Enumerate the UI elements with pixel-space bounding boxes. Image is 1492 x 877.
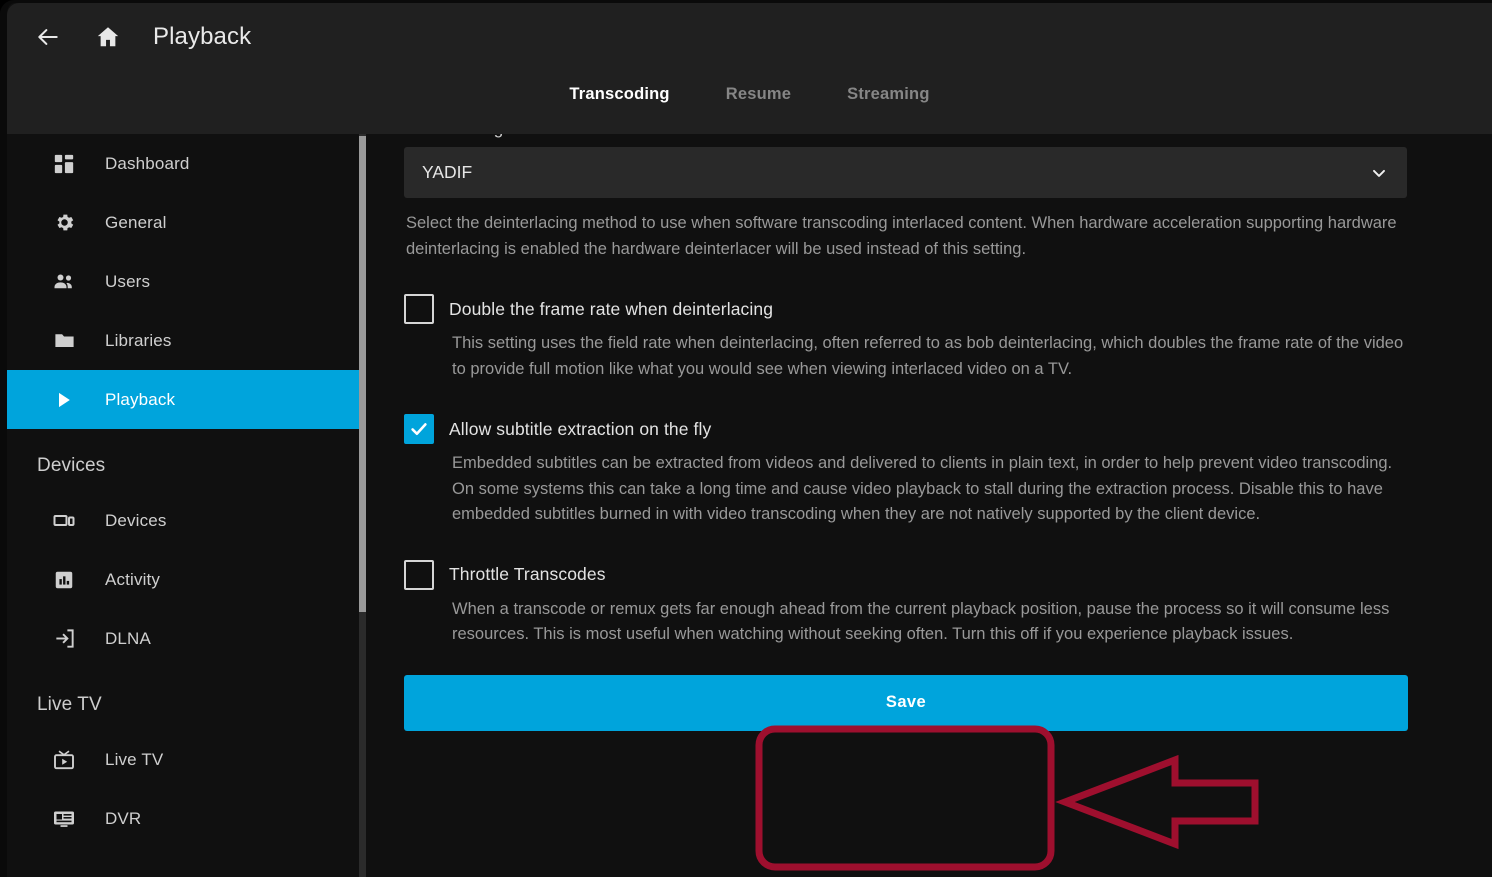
sidebar-label: Libraries	[105, 330, 172, 350]
deinterlacing-method-description: Select the deinterlacing method to use w…	[406, 214, 1397, 258]
arrow-left-icon	[35, 24, 61, 50]
save-button[interactable]: Save	[404, 674, 1408, 731]
subtitle-extraction-description: Embedded subtitles can be extracted from…	[452, 454, 1393, 523]
home-icon	[95, 24, 121, 50]
folder-icon	[51, 328, 77, 354]
tab-bar: Transcoding Resume Streaming	[7, 81, 1492, 131]
subtitle-extraction-row[interactable]: Allow subtitle extraction on the fly	[404, 414, 1407, 444]
subtitle-extraction-label: Allow subtitle extraction on the fly	[449, 418, 712, 439]
sidebar-item-playback[interactable]: Playback	[7, 370, 359, 429]
tab-transcoding[interactable]: Transcoding	[541, 81, 697, 118]
sidebar-scrollbar-thumb[interactable]	[359, 136, 366, 612]
sidebar-item-live-tv[interactable]: Live TV	[7, 730, 359, 789]
users-icon	[51, 269, 77, 295]
app-window: Dashboard General Users Libraries Playba	[0, 0, 1492, 877]
sidebar-label: DLNA	[105, 628, 151, 648]
throttle-transcodes-checkbox[interactable]	[404, 559, 434, 590]
tab-resume[interactable]: Resume	[698, 81, 819, 118]
sidebar-item-dashboard[interactable]: Dashboard	[7, 134, 359, 193]
home-button[interactable]	[85, 14, 131, 60]
tv-icon	[51, 747, 77, 773]
sidebar-label: Playback	[105, 389, 176, 409]
dashboard-icon	[51, 151, 77, 177]
sidebar-item-dvr[interactable]: DVR	[7, 789, 359, 848]
sidebar-heading-livetv: Live TV	[37, 694, 102, 715]
sidebar-label: General	[105, 212, 167, 232]
sidebar-item-activity[interactable]: Activity	[7, 550, 359, 609]
app-header: Playback Transcoding Resume Streaming	[7, 3, 1492, 134]
sidebar-item-users[interactable]: Users	[7, 252, 359, 311]
sidebar-label: Users	[105, 271, 151, 291]
subtitle-extraction-checkbox[interactable]	[404, 414, 434, 444]
double-frame-rate-description: This setting uses the field rate when de…	[452, 334, 1404, 378]
sidebar-label: Activity	[105, 569, 161, 589]
setting-subtitle-extraction: Allow subtitle extraction on the fly Emb…	[404, 414, 1407, 528]
double-frame-rate-label: Double the frame rate when deinterlacing	[449, 298, 774, 319]
sidebar-heading-devices: Devices	[37, 455, 106, 476]
header-row: Playback	[7, 3, 251, 71]
sidebar-label: Dashboard	[105, 153, 190, 173]
page-title: Playback	[153, 23, 252, 50]
sidebar-item-general[interactable]: General	[7, 193, 359, 252]
double-frame-rate-row[interactable]: Double the frame rate when deinterlacing	[404, 294, 1407, 324]
throttle-transcodes-row[interactable]: Throttle Transcodes	[404, 559, 1407, 590]
dvr-icon	[51, 806, 77, 832]
chevron-down-icon	[1369, 163, 1389, 183]
throttle-transcodes-label: Throttle Transcodes	[449, 564, 606, 584]
settings-content: Deinterlacing method: YADIF Select the d…	[366, 3, 1492, 877]
deinterlacing-method-value: YADIF	[422, 162, 473, 182]
tab-streaming[interactable]: Streaming	[819, 81, 958, 118]
double-frame-rate-checkbox[interactable]	[404, 294, 434, 324]
deinterlacing-method-select[interactable]: YADIF	[404, 147, 1407, 198]
sidebar-nav: Dashboard General Users Libraries Playba	[7, 134, 359, 877]
device-icon	[51, 508, 77, 534]
sidebar-item-devices[interactable]: Devices	[7, 491, 359, 550]
gear-icon	[51, 210, 77, 236]
sidebar-item-libraries[interactable]: Libraries	[7, 311, 359, 370]
sidebar-label: Devices	[105, 510, 167, 530]
login-arrow-icon	[51, 626, 77, 652]
sidebar-item-dlna[interactable]: DLNA	[7, 609, 359, 668]
throttle-transcodes-description: When a transcode or remux gets far enoug…	[452, 599, 1390, 644]
chart-bar-icon	[51, 567, 77, 593]
sidebar-label: Live TV	[105, 749, 164, 769]
play-icon	[51, 387, 77, 413]
back-button[interactable]	[25, 14, 71, 60]
setting-throttle-transcodes: Throttle Transcodes When a transcode or …	[404, 559, 1407, 648]
sidebar-label: DVR	[105, 808, 142, 828]
setting-double-frame-rate: Double the frame rate when deinterlacing…	[404, 294, 1407, 382]
